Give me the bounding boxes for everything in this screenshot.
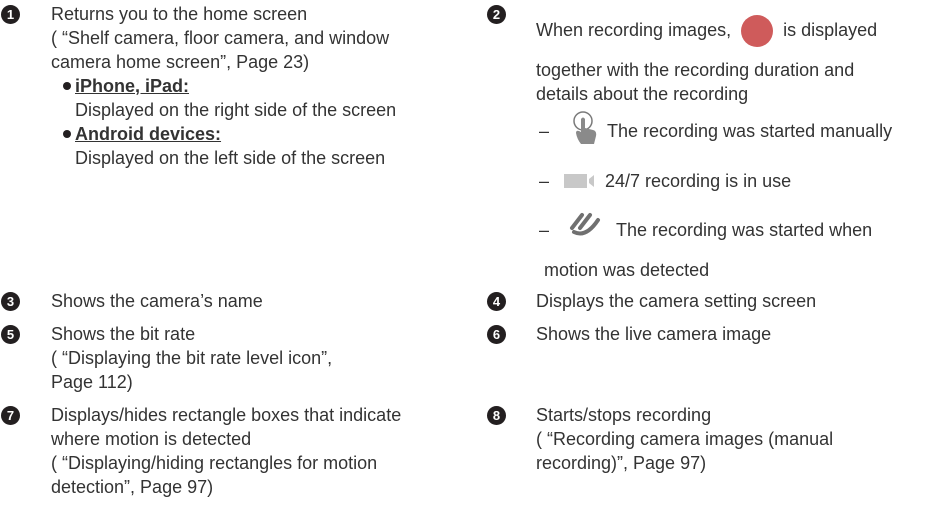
- badge-6: 6: [487, 325, 506, 344]
- badge-4: 4: [487, 292, 506, 311]
- dash-motion: –: [539, 220, 550, 240]
- motion-text-2: motion was detected: [544, 260, 710, 280]
- record-dot-icon: [741, 15, 774, 48]
- bullet-iphone: [63, 82, 71, 90]
- item5-line1: Shows the bit rate: [51, 324, 196, 344]
- continuous-text: 24/7 recording is in use: [605, 171, 792, 191]
- item1-line1: Returns you to the home screen: [51, 4, 308, 24]
- video-camera-icon: [564, 174, 594, 188]
- badge-3: 3: [1, 292, 20, 311]
- item8-line2: ( “Recording camera images (manual: [536, 429, 834, 449]
- item5-line2: ( “Displaying the bit rate level icon”,: [51, 348, 333, 368]
- badge-7: 7: [1, 406, 20, 425]
- item7-line2: where motion is detected: [51, 429, 252, 449]
- item7-line1: Displays/hides rectangle boxes that indi…: [51, 405, 402, 425]
- item8-line1: Starts/stops recording: [536, 405, 712, 425]
- android-text: Displayed on the left side of the screen: [75, 148, 386, 168]
- item3-text: Shows the camera’s name: [51, 291, 263, 311]
- item2-line2: together with the recording duration and: [536, 60, 855, 80]
- item7-line4: detection”, Page 97): [51, 477, 214, 497]
- motion-waves-icon: [570, 213, 600, 236]
- item4-text: Displays the camera setting screen: [536, 291, 817, 311]
- page: { "items": { "i1": { "num": "1", "lines"…: [0, 0, 942, 510]
- item8-line3: recording)”, Page 97): [536, 453, 707, 473]
- item7-line3: ( “Displaying/hiding rectangles for moti…: [51, 453, 378, 473]
- badge-5: 5: [1, 325, 20, 344]
- item2-line1: When recording images, is displayed: [536, 13, 878, 48]
- badge-2: 2: [487, 5, 506, 24]
- manual-text: The recording was started manually: [607, 121, 893, 141]
- item2-line1-a: When recording images,: [536, 20, 732, 40]
- iphone-heading: iPhone, iPad:: [75, 76, 190, 96]
- item1-line2: ( “Shelf camera, floor camera, and windo…: [51, 28, 390, 48]
- motion-text-1: The recording was started when: [616, 220, 873, 240]
- iphone-text: Displayed on the right side of the scree…: [75, 100, 397, 120]
- badge-1: 1: [1, 5, 20, 24]
- item1-line3: camera home screen”, Page 23): [51, 52, 310, 72]
- dash-manual: –: [539, 121, 550, 141]
- item5-line3: Page 112): [51, 372, 133, 392]
- item2-line1-b: is displayed: [783, 20, 878, 40]
- item2-line3: details about the recording: [536, 84, 749, 104]
- badge-8: 8: [487, 406, 506, 425]
- android-heading: Android devices:: [75, 124, 222, 144]
- bullet-android: [63, 130, 71, 138]
- item6-text: Shows the live camera image: [536, 324, 772, 344]
- hand-touch-icon: [573, 111, 597, 144]
- dash-continuous: –: [539, 171, 550, 191]
